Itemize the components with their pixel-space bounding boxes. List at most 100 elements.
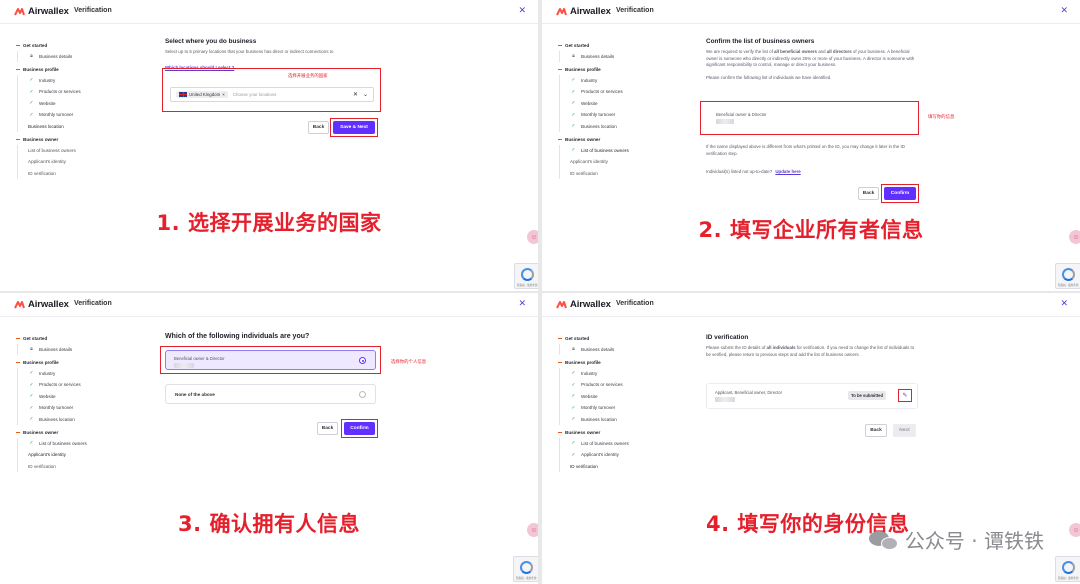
recaptcha-badge[interactable]: 隐私权 - 使用条款 (513, 556, 538, 582)
lock-icon: 🔒︎ (572, 53, 575, 60)
sidebar-item-products[interactable]: ✓ Products or services (559, 86, 688, 98)
sidebar-item-label: Monthly turnover (39, 405, 74, 411)
check-icon: ✓ (29, 370, 34, 377)
step-caption: 2. 填写企业所有者信息 (698, 218, 924, 242)
sidebar-item-products[interactable]: ✓ Products or services (559, 379, 688, 391)
confirm-button[interactable]: Confirm (344, 422, 375, 435)
sidebar-item-label: ID verification (28, 463, 56, 469)
radio-selected[interactable] (359, 357, 366, 364)
sidebar-item-business-location[interactable]: Business location (17, 120, 146, 132)
sidebar-item-industry[interactable]: ✓ Industry (559, 367, 688, 379)
chevron-down-icon[interactable]: ⌄ (363, 91, 368, 98)
back-button[interactable]: Back (308, 121, 329, 134)
sidebar-item-industry[interactable]: ✓ Industry (17, 367, 146, 379)
sidebar-item-business-location[interactable]: ✓ Business location (559, 120, 688, 132)
next-button[interactable]: Next (893, 424, 916, 437)
clear-icon[interactable]: ✕ (353, 91, 358, 98)
sidebar-item-identity[interactable]: ✓ Applicant's identity (559, 449, 688, 461)
chat-icon[interactable]: ☺ (527, 230, 538, 244)
section-title: Get started (565, 335, 590, 341)
close-icon[interactable]: ✕ (1060, 298, 1068, 309)
page-description: We are required to verify the list of al… (706, 49, 916, 69)
desc-text: Please submit the ID details of (706, 345, 766, 350)
chip-remove-icon[interactable]: × (222, 92, 225, 97)
sidebar-item-label: Business location (28, 123, 64, 129)
outdated-row: Individual(s) listed not up-to-date? Upd… (706, 166, 916, 176)
save-next-button[interactable]: Save & Next (333, 121, 375, 134)
sidebar-item-industry[interactable]: ✓ Industry (17, 74, 146, 86)
sidebar-item-website[interactable]: ✓ Website (559, 97, 688, 109)
update-link[interactable]: Update here (775, 169, 800, 176)
sidebar-section-get-started: Get started (558, 333, 688, 344)
sidebar-item-business-details[interactable]: 🔒︎ Business details (17, 343, 146, 355)
sidebar-item-label: Business details (581, 53, 615, 59)
check-icon: ✓ (29, 416, 34, 423)
back-button[interactable]: Back (865, 424, 887, 437)
back-button[interactable]: Back (317, 422, 338, 435)
sidebar-item-turnover[interactable]: ✓ Monthly turnover (559, 109, 688, 121)
page-title: Select where you do business (165, 38, 257, 45)
edit-button[interactable]: ✎ (898, 389, 912, 402)
sidebar-item-identity[interactable]: Applicant's identity (17, 156, 146, 168)
sidebar-item-products[interactable]: ✓ Products or services (17, 379, 146, 391)
chat-icon[interactable]: ☺ (527, 523, 538, 537)
sidebar-item-label: Applicant's identity (570, 159, 608, 165)
confirm-button[interactable]: Confirm (884, 187, 916, 200)
chat-icon[interactable]: ☺ (1069, 523, 1080, 537)
sidebar-item-business-location[interactable]: ✓ Business location (559, 413, 688, 425)
sidebar-item-turnover[interactable]: ✓ Monthly turnover (17, 109, 146, 121)
airwallex-logo: Airwallex (14, 6, 69, 17)
top-bar: Airwallex Verification ✕ (0, 0, 538, 24)
airwallex-logo: Airwallex (14, 299, 69, 310)
individual-role: Applicant, Beneficial owner, Director (715, 390, 783, 395)
location-chip[interactable]: United Kingdom × (176, 91, 228, 98)
sidebar-item-turnover[interactable]: ✓ Monthly turnover (559, 402, 688, 414)
back-button[interactable]: Back (858, 187, 879, 200)
sidebar-item-website[interactable]: ✓ Website (17, 97, 146, 109)
close-icon[interactable]: ✕ (518, 5, 526, 16)
sidebar-item-id-verification[interactable]: ID verification (17, 167, 146, 179)
recaptcha-badge[interactable]: 隐私权 - 使用条款 (514, 263, 538, 289)
sidebar-item-id-verification[interactable]: ID verification (559, 167, 688, 179)
sidebar-section-business-profile: Business profile (16, 64, 146, 75)
top-bar: Airwallex Verification ✕ (542, 0, 1080, 24)
check-icon: ✓ (29, 100, 34, 107)
sidebar-item-business-details[interactable]: 🔒︎ Business details (17, 50, 146, 62)
sidebar-item-website[interactable]: ✓ Website (17, 390, 146, 402)
sidebar-item-website[interactable]: ✓ Website (559, 390, 688, 402)
sidebar-section-business-owner: Business owner (16, 134, 146, 145)
sidebar-item-owners[interactable]: ✓ List of business owners (559, 144, 688, 156)
none-option[interactable]: None of the above (165, 384, 376, 404)
sidebar-item-identity[interactable]: Applicant's identity (559, 156, 688, 168)
page-title: ID verification (706, 334, 749, 341)
chat-icon[interactable]: ☺ (1069, 230, 1080, 244)
recaptcha-badge[interactable]: 隐私权 - 使用条款 (1055, 556, 1080, 582)
sidebar-item-owners[interactable]: ✓ List of business owners (559, 437, 688, 449)
individual-option[interactable]: Beneficial owner & Director (165, 350, 376, 370)
page-title: Which of the following individuals are y… (165, 333, 310, 340)
sidebar-item-id-verification[interactable]: ID verification (559, 460, 688, 472)
sidebar-item-label: Website (581, 100, 598, 106)
sidebar-item-id-verification[interactable]: ID verification (17, 460, 146, 472)
sidebar-item-business-details[interactable]: 🔒︎ Business details (559, 50, 688, 62)
close-icon[interactable]: ✕ (518, 298, 526, 309)
sidebar-item-products[interactable]: ✓ Products or services (17, 86, 146, 98)
pencil-icon: ✎ (902, 393, 908, 399)
sidebar-item-identity[interactable]: Applicant's identity (17, 449, 146, 461)
check-icon: ✓ (29, 111, 34, 118)
sidebar-item-turnover[interactable]: ✓ Monthly turnover (17, 402, 146, 414)
step2-panel: Airwallex Verification ✕ Get started 🔒︎ B… (542, 0, 1080, 291)
close-icon[interactable]: ✕ (1060, 5, 1068, 16)
section-title: Get started (23, 335, 48, 341)
sidebar-item-business-location[interactable]: ✓ Business location (17, 413, 146, 425)
radio-unselected[interactable] (359, 391, 366, 398)
sidebar-item-business-details[interactable]: 🔒︎ Business details (559, 343, 688, 355)
check-icon: ✓ (571, 123, 576, 130)
check-icon: ✓ (29, 77, 34, 84)
sidebar-section-business-profile: Business profile (558, 357, 688, 368)
sidebar-item-industry[interactable]: ✓ Industry (559, 74, 688, 86)
location-select[interactable]: United Kingdom × Choose your locations ✕… (170, 87, 374, 102)
sidebar-item-owners[interactable]: List of business owners (17, 144, 146, 156)
sidebar-item-owners[interactable]: ✓ List of business owners (17, 437, 146, 449)
recaptcha-badge[interactable]: 隐私权 - 使用条款 (1055, 263, 1080, 289)
